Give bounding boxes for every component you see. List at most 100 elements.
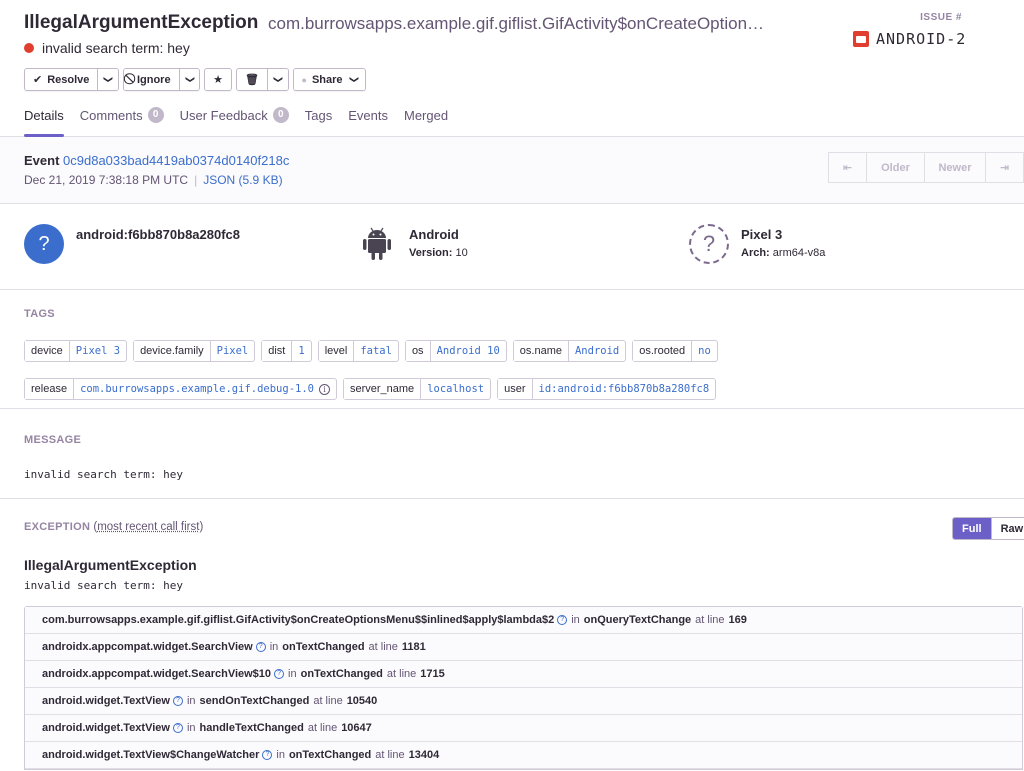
- issue-short-id[interactable]: ANDROID-2: [853, 30, 966, 48]
- unknown-user-icon: ?: [24, 224, 64, 264]
- feedback-count-badge: 0: [272, 107, 289, 123]
- tag-value[interactable]: Android: [569, 341, 625, 361]
- tag-value[interactable]: localhost: [421, 379, 490, 399]
- tag-key: os.name: [513, 341, 569, 361]
- ignore-button-group: ⃠ Ignore ❯: [122, 68, 201, 91]
- bookmark-button[interactable]: ★: [205, 69, 232, 90]
- project-platform-icon: [853, 31, 869, 47]
- tag-value[interactable]: id:android:f6bb870b8a280fc8: [533, 379, 716, 399]
- tag-key: level: [318, 341, 355, 361]
- tag-pill[interactable]: dist 1: [261, 340, 312, 362]
- event-id-link[interactable]: 0c9d8a033bad4419ab0374d0140f218c: [63, 153, 289, 168]
- help-icon[interactable]: ?: [274, 669, 285, 679]
- tag-key: os.rooted: [633, 341, 693, 361]
- tag-pill[interactable]: os.name Android: [512, 340, 627, 362]
- stack-frame[interactable]: android.widget.TextView? in handleTextCha…: [25, 715, 1022, 742]
- stack-frame[interactable]: android.widget.TextView$ChangeWatcher? i…: [25, 742, 1022, 769]
- tag-value[interactable]: no: [692, 341, 717, 361]
- tab-events[interactable]: Events: [348, 108, 388, 137]
- tags-heading: TAGS: [24, 308, 55, 320]
- stack-frame[interactable]: com.burrowsapps.example.gif.giflist.GifA…: [25, 607, 1022, 634]
- frame-at-label: at line: [386, 668, 417, 680]
- tab-comments[interactable]: Comments 0: [80, 107, 164, 137]
- tag-value[interactable]: fatal: [354, 341, 398, 361]
- share-button[interactable]: ● Share ❯: [293, 69, 366, 90]
- issue-number-label: ISSUE #: [920, 12, 962, 23]
- tab-merged[interactable]: Merged: [404, 108, 448, 137]
- oldest-event-button[interactable]: ⇤: [829, 153, 867, 182]
- tab-details[interactable]: Details: [24, 108, 64, 137]
- device-arch-label: Arch:: [741, 247, 770, 259]
- tag-pill[interactable]: os Android 10: [404, 340, 507, 362]
- exception-heading-label: EXCEPTION: [24, 521, 91, 533]
- help-icon[interactable]: ?: [255, 642, 266, 652]
- help-icon[interactable]: ?: [172, 723, 183, 733]
- newer-event-button[interactable]: Newer: [925, 153, 986, 182]
- tag-pill[interactable]: user id:android:f6bb870b8a280fc8: [497, 378, 717, 400]
- event-toolbar: Event 0c9d8a033bad4419ab0374d0140f218c D…: [0, 137, 1024, 204]
- exception-type: IllegalArgumentException: [24, 557, 197, 573]
- last-page-icon: ⇥: [999, 162, 1010, 174]
- frame-line-number: 169: [728, 614, 747, 626]
- frame-in-label: in: [276, 749, 285, 761]
- chevron-down-icon: ❯: [103, 75, 114, 84]
- tag-value[interactable]: 1: [292, 341, 310, 361]
- resolve-button[interactable]: ✔ Resolve: [25, 69, 98, 90]
- tag-pill[interactable]: os.rooted no: [632, 340, 718, 362]
- context-device-arch: Arch: arm64-v8a: [741, 247, 825, 259]
- older-event-button[interactable]: Older: [867, 153, 925, 182]
- stack-frame[interactable]: android.widget.TextView? in sendOnTextCha…: [25, 688, 1022, 715]
- tag-pill[interactable]: release com.burrowsapps.example.gif.debug…: [24, 378, 337, 400]
- comments-count-badge: 0: [147, 107, 164, 123]
- info-icon[interactable]: i: [318, 383, 330, 395]
- stack-frame[interactable]: androidx.appcompat.widget.SearchView$10?…: [25, 661, 1022, 688]
- tab-events-label: Events: [348, 108, 388, 123]
- help-icon[interactable]: ?: [557, 615, 568, 625]
- issue-culprit: com.burrowsapps.example.gif.giflist.GifA…: [268, 14, 765, 33]
- tag-pill[interactable]: server_name localhost: [342, 378, 492, 400]
- ignore-dropdown-button[interactable]: ❯: [178, 69, 200, 90]
- device-icon-wrap: ?: [689, 224, 729, 264]
- tag-key: os: [405, 341, 431, 361]
- tab-tags[interactable]: Tags: [305, 108, 332, 137]
- issue-tabs: Details Comments 0 User Feedback 0 Tags Ev…: [24, 107, 448, 137]
- tag-pill[interactable]: level fatal: [317, 340, 399, 362]
- tag-pill[interactable]: device.family Pixel: [133, 340, 256, 362]
- frame-at-label: at line: [313, 695, 343, 707]
- tab-user-feedback[interactable]: User Feedback 0: [180, 107, 289, 137]
- delete-dropdown-button[interactable]: ❯: [266, 69, 288, 90]
- delete-button[interactable]: 🗑: [237, 69, 267, 90]
- ignore-button[interactable]: ⃠ Ignore: [123, 69, 179, 90]
- tag-value[interactable]: Android 10: [431, 341, 506, 361]
- tag-key: release: [25, 379, 75, 399]
- context-os-title: Android: [409, 227, 459, 242]
- help-icon[interactable]: ?: [262, 750, 273, 760]
- frame-line-number: 13404: [408, 749, 440, 761]
- tag-pill[interactable]: device Pixel 3: [24, 340, 128, 362]
- tag-value[interactable]: com.burrowsapps.example.gif.debug-1.0 i: [74, 379, 336, 399]
- frame-at-label: at line: [368, 641, 398, 653]
- full-view-button[interactable]: Full: [953, 518, 991, 539]
- tag-value[interactable]: Pixel: [211, 341, 255, 361]
- frame-line-number: 10647: [341, 722, 372, 734]
- tags-list: device Pixel 3 device.family Pixel dist 1 l…: [24, 340, 1004, 400]
- exception-heading-hint: (most recent call first): [93, 521, 204, 533]
- message-heading: MESSAGE: [24, 434, 82, 446]
- context-device: ? Pixel 3 Arch: arm64-v8a: [689, 224, 825, 264]
- frame-function: onTextChanged: [288, 749, 372, 761]
- raw-view-button[interactable]: Raw: [990, 518, 1024, 539]
- event-json-link[interactable]: JSON (5.9 KB): [203, 173, 282, 187]
- tag-value[interactable]: Pixel 3: [70, 341, 126, 361]
- frame-function: onTextChanged: [300, 668, 383, 680]
- call-order-toggle[interactable]: most recent call first: [97, 521, 199, 533]
- help-icon[interactable]: ?: [172, 696, 183, 706]
- bookmark-button-group: ★: [204, 68, 233, 91]
- newest-event-button[interactable]: ⇥: [986, 153, 1024, 182]
- frame-at-label: at line: [695, 614, 725, 626]
- stack-frame[interactable]: androidx.appcompat.widget.SearchView? in…: [25, 634, 1022, 661]
- user-avatar: ?: [24, 224, 64, 264]
- fatal-level-dot-icon: [24, 43, 34, 53]
- stacktrace-view-toggle: Full Raw: [952, 517, 1024, 540]
- resolve-dropdown-button[interactable]: ❯: [97, 69, 118, 90]
- frame-in-label: in: [269, 641, 279, 653]
